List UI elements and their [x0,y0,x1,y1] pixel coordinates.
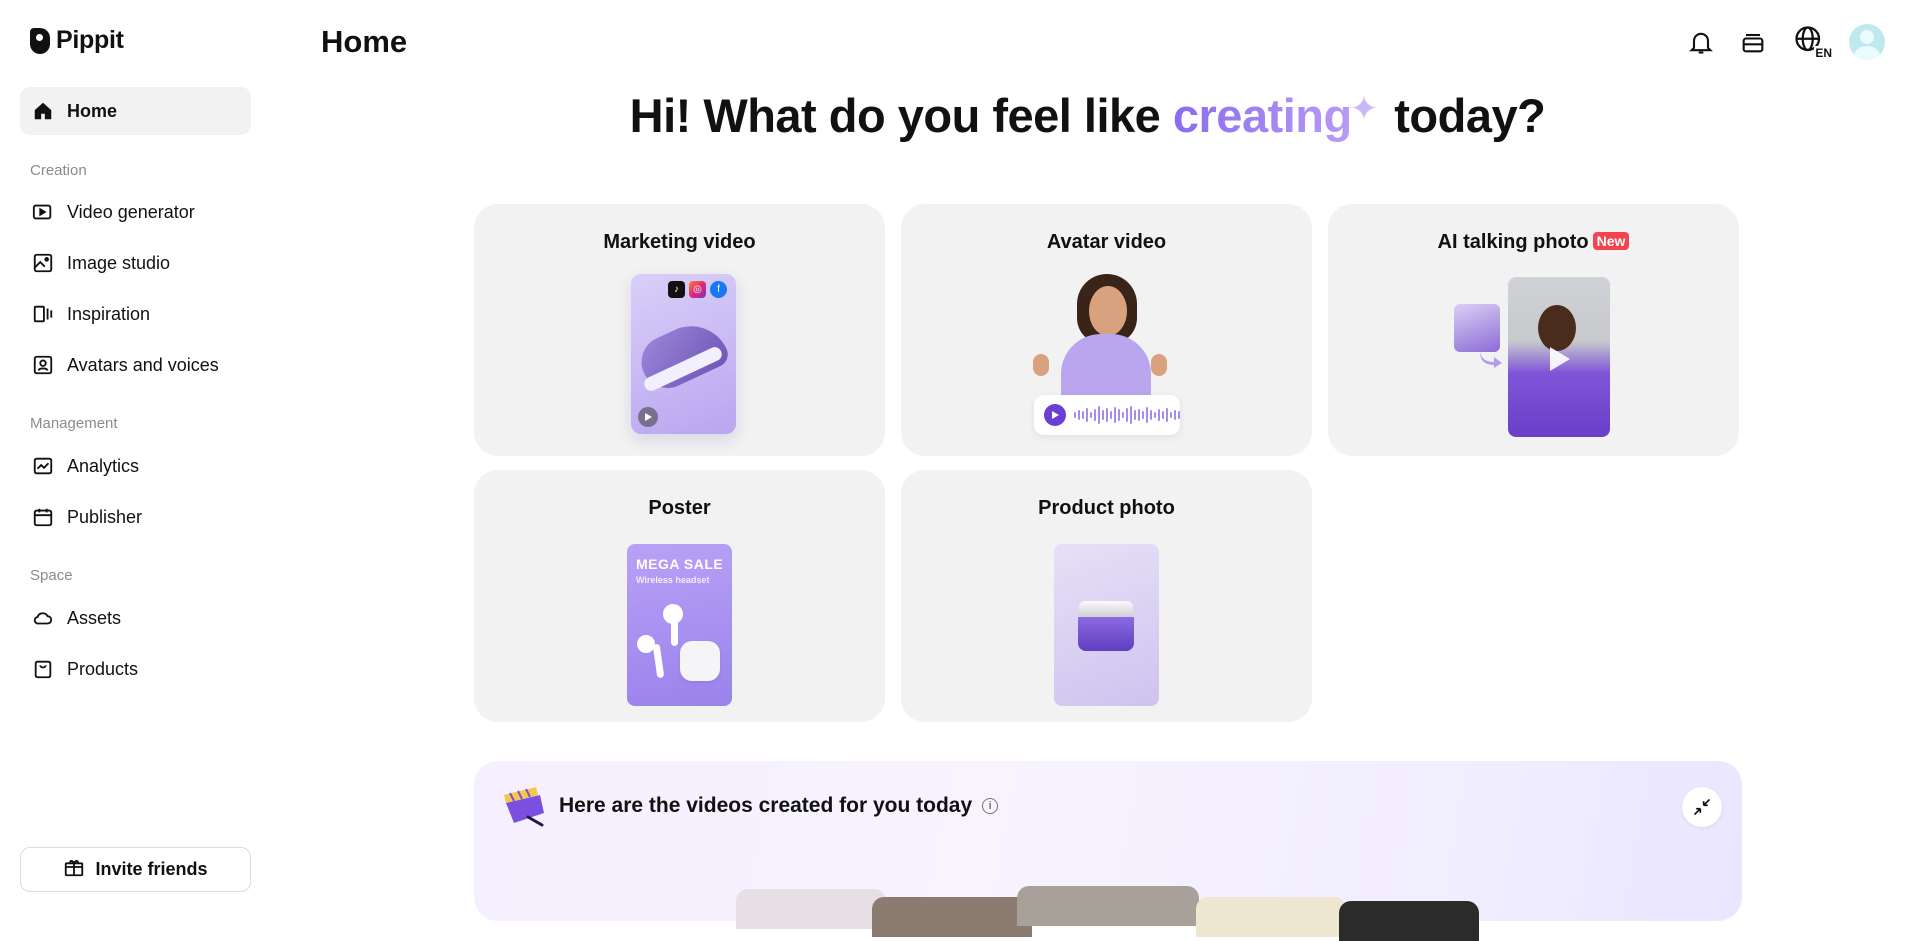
play-icon [638,407,658,427]
chart-icon [31,454,55,478]
sidebar-item-label: Home [67,100,118,121]
card-title: Product photo [1038,497,1175,519]
home-icon [31,99,55,123]
instagram-icon: ◎ [689,281,706,298]
pippit-logo-icon [30,27,50,54]
card-title-text: AI talking photo [1437,231,1589,253]
invite-friends-button[interactable]: Invite friends [20,847,251,892]
sidebar-item-video-generator[interactable]: Video generator [20,188,251,236]
video-thumbnail[interactable] [1339,901,1479,941]
info-icon[interactable]: i [982,798,999,814]
sidebar-item-label: Inspiration [67,303,151,324]
video-thumbnail[interactable] [736,889,886,929]
sidebar-item-label: Products [67,658,139,679]
source-photo-thumbnail [1454,304,1500,352]
greeting-heading: Hi! What do you feel like creating✦ toda… [270,88,1905,143]
poster-headline: MEGA SALE [636,556,724,572]
cosmetic-jar-image [1078,617,1134,651]
marketing-video-preview: ♪ ◎ f [631,274,736,434]
audio-waveform [1034,395,1180,435]
product-box-icon [31,657,55,681]
earbud-case-image [680,641,720,681]
language-code: EN [1814,46,1833,60]
app-logo[interactable]: Pippit [30,26,124,55]
card-title: AI talking photo New [1328,231,1739,254]
image-icon [31,251,55,275]
videos-for-you-panel: Here are the videos created for you toda… [474,761,1742,941]
card-title: Poster [648,497,711,519]
facebook-icon: f [710,281,727,298]
arrow-icon [1480,352,1502,368]
greeting-text-after: today? [1381,89,1546,142]
videos-banner-heading: Here are the videos created for you toda… [559,794,999,818]
greeting-text-before: Hi! What do you feel like [629,89,1173,142]
tiktok-icon: ♪ [668,281,685,298]
sidebar-item-label: Avatars and voices [67,354,219,375]
inspiration-icon [31,302,55,326]
header-actions: EN [1685,24,1885,60]
avatar-icon [31,353,55,377]
video-add-icon [31,200,55,224]
sidebar: Pippit Home Creation Video generator Ima… [0,0,270,896]
sidebar-item-image-studio[interactable]: Image studio [20,239,251,287]
collapse-icon [1693,798,1711,816]
sidebar-item-assets[interactable]: Assets [20,594,251,642]
videos-banner-text: Here are the videos created for you toda… [559,794,973,817]
card-ai-talking-photo[interactable]: AI talking photo New [1328,204,1739,456]
clapperboard-icon [504,787,544,827]
card-avatar-video[interactable]: Avatar video [901,204,1312,456]
product-photo-preview [1054,544,1159,706]
sidebar-item-avatars-and-voices[interactable]: Avatars and voices [20,341,251,389]
cloud-icon [31,606,55,630]
card-marketing-video[interactable]: Marketing video ♪ ◎ f [474,204,885,456]
card-product-photo[interactable]: Product photo [901,470,1312,722]
app-name: Pippit [56,26,124,54]
sidebar-item-products[interactable]: Products [20,645,251,693]
gift-icon [63,856,85,883]
section-label-space: Space [30,567,73,584]
sidebar-item-inspiration[interactable]: Inspiration [20,290,251,338]
sidebar-item-label: Analytics [67,455,140,476]
sidebar-item-label: Publisher [67,506,143,527]
video-thumbnail[interactable] [1017,886,1199,926]
section-label-creation: Creation [30,162,87,179]
video-thumbnail[interactable] [872,897,1032,937]
poster-subtitle: Wireless headset [636,575,710,585]
sidebar-item-home[interactable]: Home [20,87,251,135]
invite-friends-label: Invite friends [95,859,208,879]
card-title: Avatar video [1046,231,1167,253]
talking-photo-preview [1508,277,1610,437]
new-badge: New [1592,232,1630,250]
calendar-icon [31,505,55,529]
user-avatar[interactable] [1849,24,1885,60]
sidebar-item-label: Video generator [67,201,195,222]
card-title: Marketing video [603,231,756,253]
play-icon [1550,347,1570,371]
play-icon [1044,404,1066,426]
greeting-highlight: creating [1172,89,1352,142]
section-label-management: Management [30,415,118,432]
sidebar-item-analytics[interactable]: Analytics [20,442,251,490]
stack-icon[interactable] [1737,26,1769,58]
sparkle-icon: ✦ [1349,90,1379,128]
collapse-button[interactable] [1682,787,1722,827]
poster-preview: MEGA SALE Wireless headset [627,544,732,706]
sidebar-item-publisher[interactable]: Publisher [20,493,251,541]
sidebar-item-label: Assets [67,607,122,628]
card-poster[interactable]: Poster MEGA SALE Wireless headset [474,470,885,722]
sidebar-item-label: Image studio [67,252,171,273]
bell-icon[interactable] [1685,26,1717,58]
page-title: Home [321,24,408,59]
language-selector[interactable]: EN [1789,25,1833,60]
video-thumbnail[interactable] [1196,897,1346,937]
